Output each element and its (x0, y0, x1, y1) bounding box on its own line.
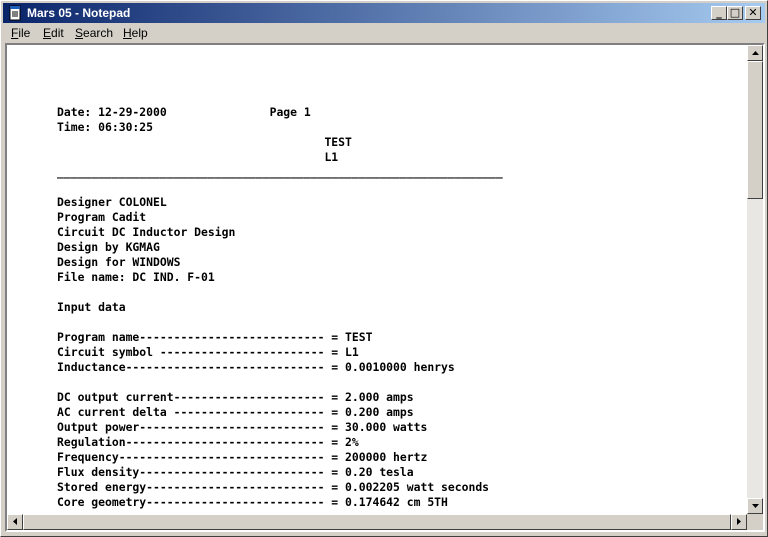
menu-file[interactable]: File (11, 26, 30, 40)
scroll-left-button[interactable] (7, 514, 23, 530)
vertical-scroll-thumb[interactable] (747, 61, 763, 199)
document-text: Date: 12-29-2000 Page 1 Time: 06:30:25 T… (57, 105, 503, 509)
text-editor[interactable]: Date: 12-29-2000 Page 1 Time: 06:30:25 T… (7, 45, 747, 514)
vertical-scrollbar[interactable] (747, 45, 763, 514)
notepad-icon (9, 5, 21, 21)
editor-frame: Date: 12-29-2000 Page 1 Time: 06:30:25 T… (5, 43, 765, 532)
scroll-up-button[interactable] (747, 45, 763, 61)
title-bar[interactable]: Mars 05 - Notepad _ □ ✕ (3, 3, 765, 23)
arrow-right-icon (737, 518, 741, 525)
window-title: Mars 05 - Notepad (27, 6, 131, 20)
arrow-up-icon (751, 51, 759, 55)
scroll-down-button[interactable] (747, 498, 763, 514)
menu-file-label: ile (18, 26, 31, 40)
maximize-button[interactable]: □ (727, 6, 743, 20)
menu-help-label: elp (131, 26, 148, 40)
notepad-window: Mars 05 - Notepad _ □ ✕ File Edit Search… (0, 0, 768, 537)
menu-edit-accel: E (43, 26, 52, 40)
close-button[interactable]: ✕ (745, 6, 761, 20)
size-grip[interactable] (747, 514, 763, 530)
menu-search[interactable]: Search (75, 26, 113, 40)
menu-edit-label: dit (51, 26, 64, 40)
menu-bar: File Edit Search Help (3, 24, 765, 43)
arrow-left-icon (13, 518, 17, 525)
menu-edit[interactable]: Edit (43, 26, 64, 40)
horizontal-scrollbar[interactable] (7, 514, 747, 530)
menu-search-accel: S (75, 26, 84, 40)
menu-search-label: earch (83, 26, 114, 40)
menu-help[interactable]: Help (123, 26, 148, 40)
menu-help-accel: H (123, 26, 132, 40)
minimize-button[interactable]: _ (711, 6, 727, 20)
scroll-right-button[interactable] (731, 514, 747, 530)
arrow-down-icon (751, 504, 759, 508)
horizontal-scroll-thumb[interactable] (23, 514, 731, 530)
